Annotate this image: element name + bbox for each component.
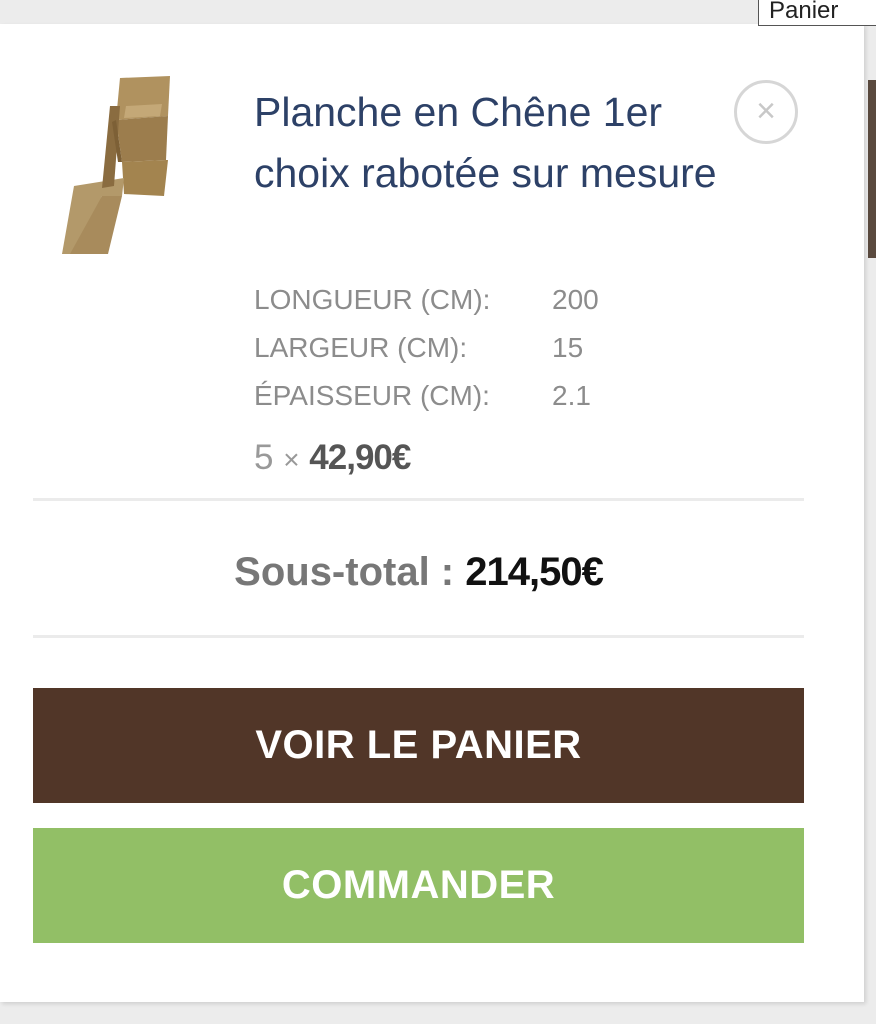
variation-width: LARGEUR (CM): 15 [254,324,599,372]
checkout-button[interactable]: COMMANDER [33,828,804,943]
divider [33,635,804,638]
variation-key: LARGEUR (CM): [254,332,468,363]
mini-cart-page: Planche en Chêne 1er choix rabotée sur m… [0,0,876,1024]
variation-value: 15 [552,332,584,363]
times-sign: × [283,444,300,475]
variation-length: LONGUEUR (CM): 200 [254,276,599,324]
variation-value: 2.1 [552,380,591,411]
page-scroll-edge [868,80,876,258]
remove-item-button[interactable]: × [734,80,798,144]
view-cart-button[interactable]: VOIR LE PANIER [33,688,804,803]
variation-key: ÉPAISSEUR (CM): [254,380,490,411]
cart-subtotal: Sous-total : 214,50€ [33,542,804,602]
variation-key: LONGUEUR (CM): [254,284,491,315]
mini-cart-dropdown: Planche en Chêne 1er choix rabotée sur m… [0,24,864,1002]
product-variations: LONGUEUR (CM): 200 LARGEUR (CM): 15 ÉPAI… [254,276,599,420]
subtotal-label: Sous-total : [234,550,455,594]
cart-item: Planche en Chêne 1er choix rabotée sur m… [0,24,864,500]
subtotal-amount: 214,50€ [465,550,604,594]
close-icon: × [756,92,776,130]
unit-price: 42,90€ [309,438,411,477]
product-title-link[interactable]: Planche en Chêne 1er choix rabotée sur m… [254,82,724,204]
variation-value: 200 [552,284,599,315]
oak-plank-image[interactable] [62,76,174,256]
variation-thickness: ÉPAISSEUR (CM): 2.1 [254,372,599,420]
quantity-price: 5 × 42,90€ [254,434,411,484]
divider [33,498,804,501]
item-quantity: 5 [254,438,274,477]
cart-tooltip: Panier [758,0,876,26]
